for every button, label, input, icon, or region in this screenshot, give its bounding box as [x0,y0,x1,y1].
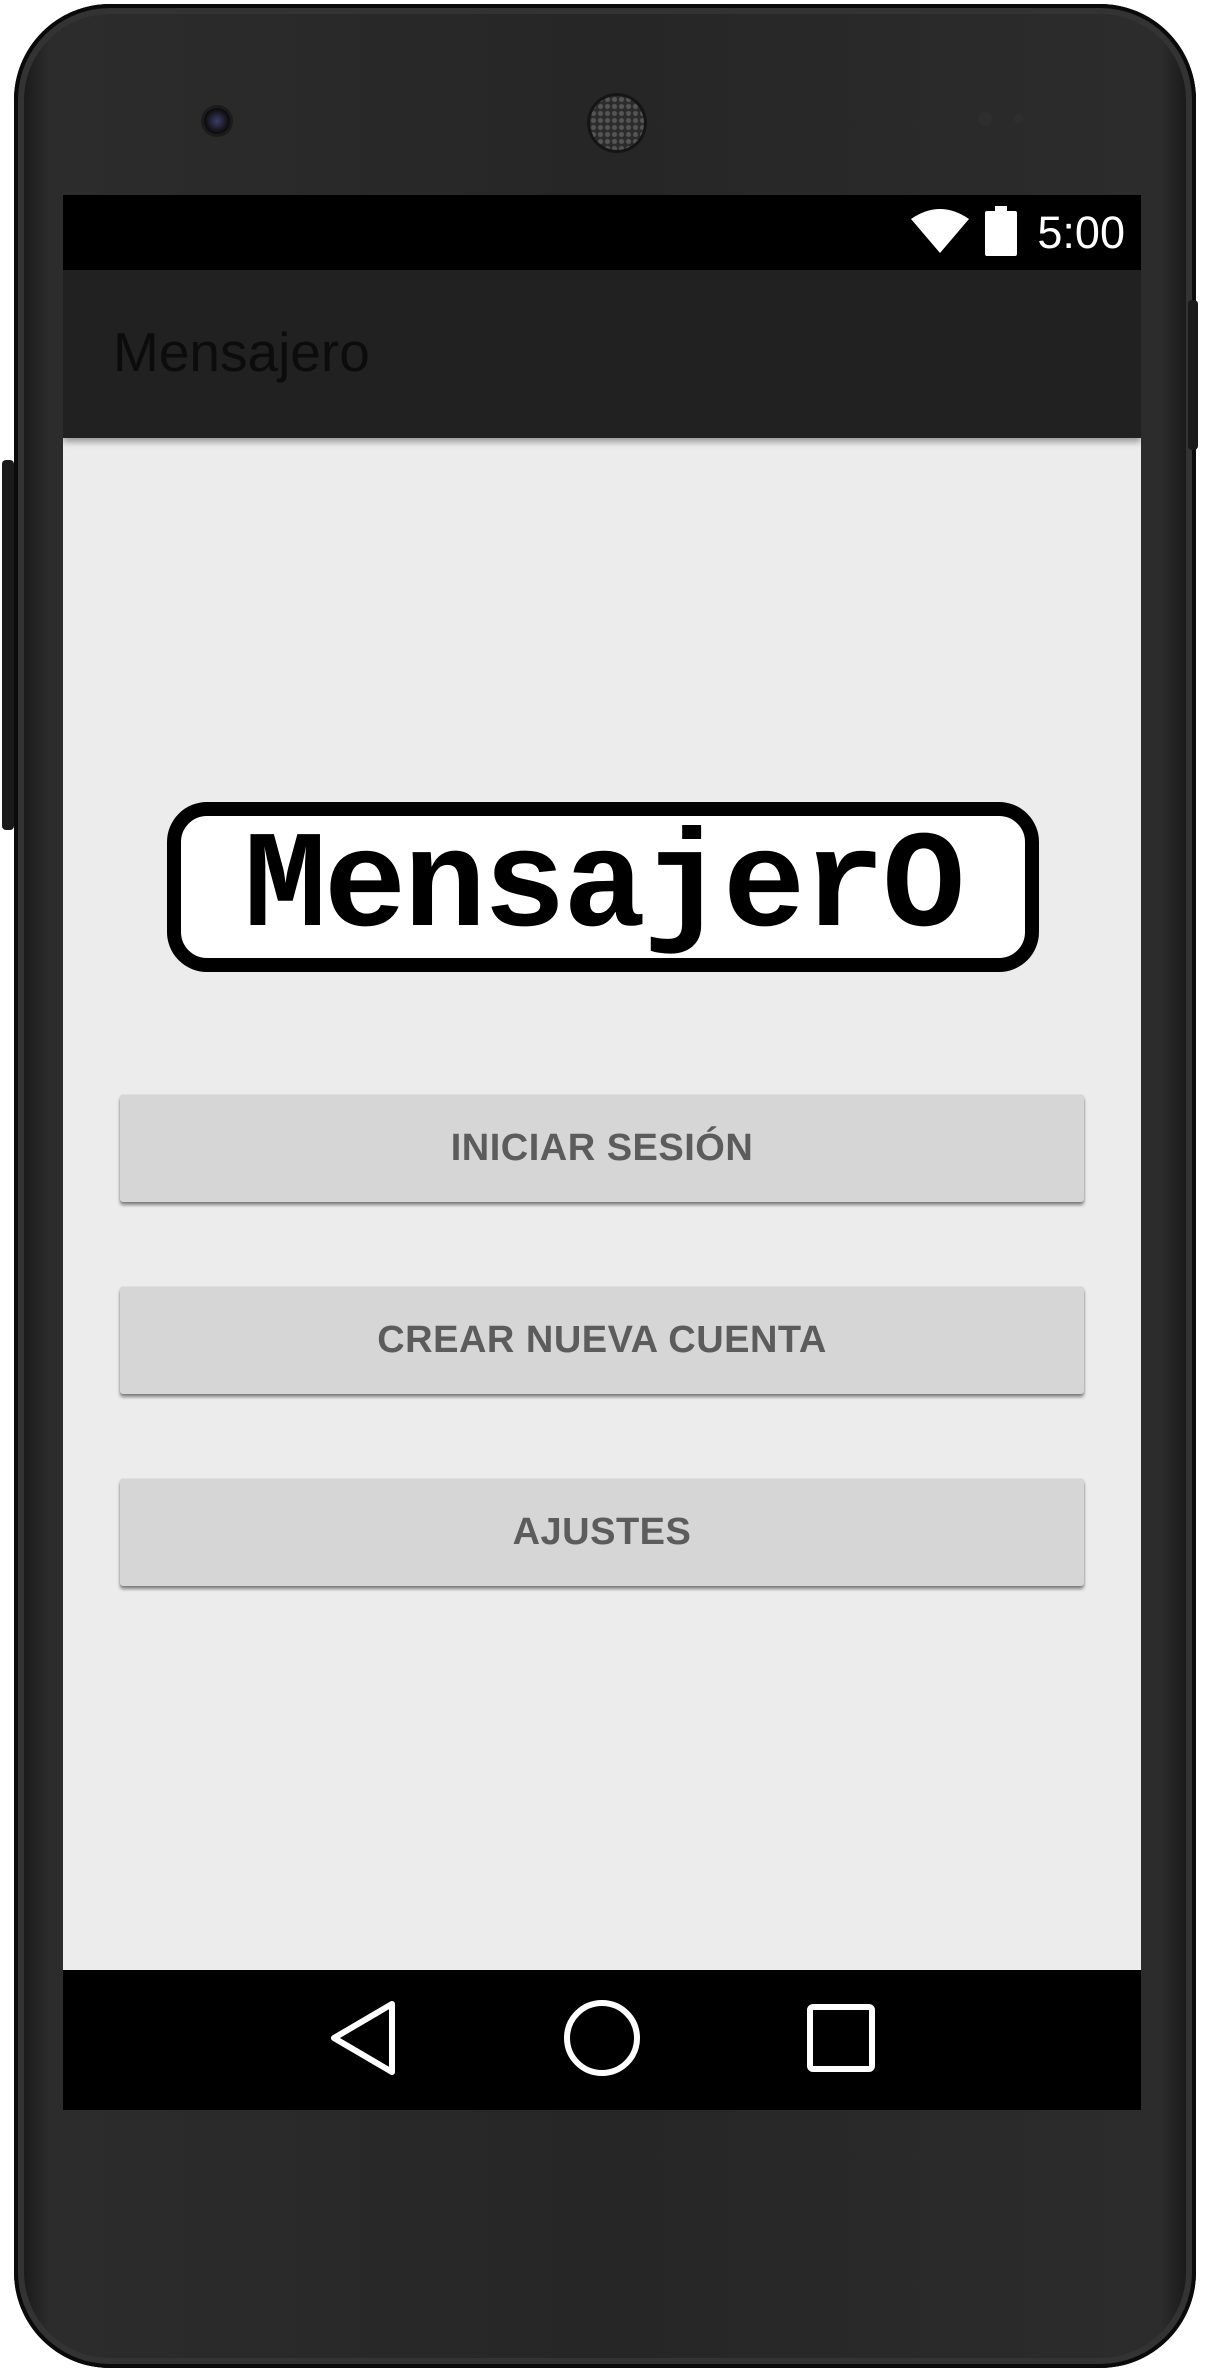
earpiece-speaker [590,96,644,150]
back-icon [328,2000,398,2081]
proximity-sensor [978,112,992,126]
light-sensor [1014,114,1024,124]
recents-button[interactable] [791,1990,891,2090]
wifi-icon [909,207,971,260]
logo-text: MensajerO [243,811,965,967]
app-bar: Mensajero [63,270,1141,438]
app-title: Mensajero [113,321,370,383]
power-button [1188,300,1198,450]
login-button[interactable]: INICIAR SESIÓN [120,1095,1084,1202]
front-camera [204,108,230,134]
status-bar: 5:00 [63,195,1141,270]
navigation-bar [63,1970,1141,2110]
volume-button [2,460,14,830]
back-button[interactable] [313,1990,413,2090]
recents-icon [806,2003,876,2078]
home-icon [562,1998,642,2083]
status-time: 5:00 [1037,207,1125,258]
screen: 5:00 Mensajero MensajerO INICIAR SESIÓN … [63,195,1141,2110]
home-button[interactable] [552,1990,652,2090]
settings-button[interactable]: AJUSTES [120,1479,1084,1586]
app-logo: MensajerO [167,802,1039,972]
create-account-button[interactable]: CREAR NUEVA CUENTA [120,1287,1084,1394]
status-icons: 5:00 [909,205,1125,261]
battery-icon [985,205,1018,261]
